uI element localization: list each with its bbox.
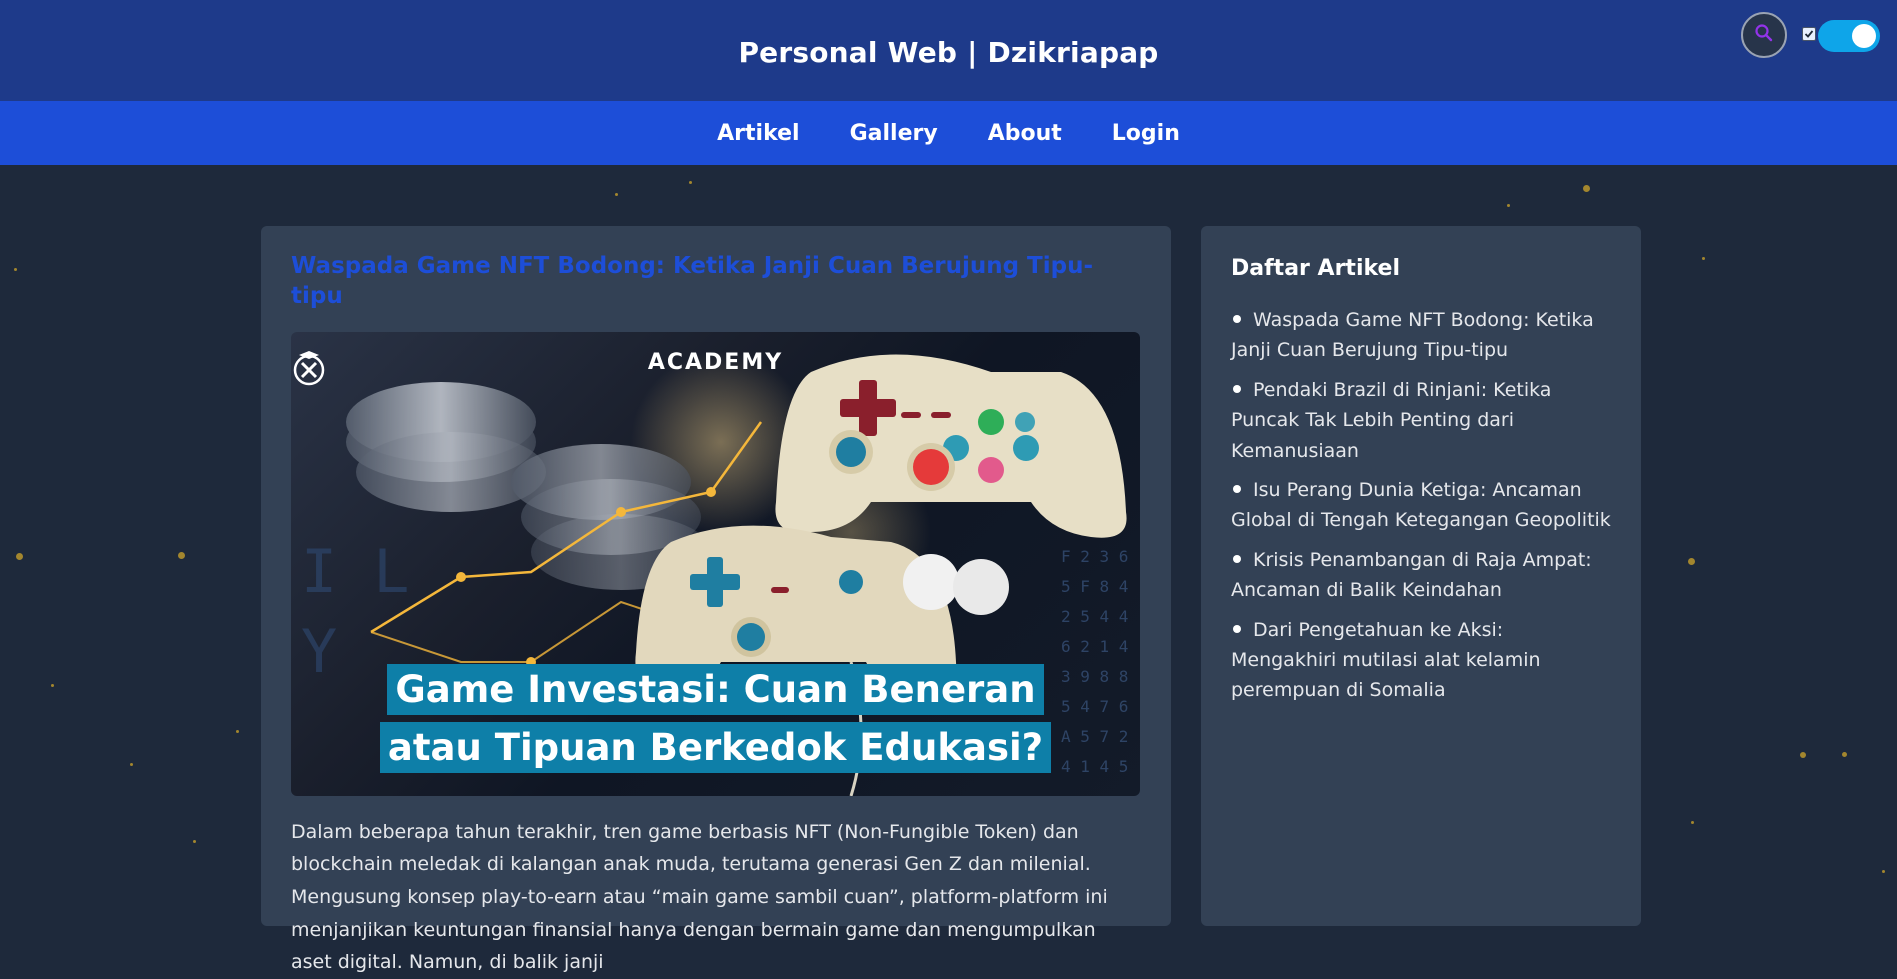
article-list-item[interactable]: Krisis Penambangan di Raja Ampat: Ancama… <box>1231 545 1611 606</box>
academy-brand-text: ACADEMY <box>647 349 784 375</box>
checkmark-icon <box>1804 30 1814 38</box>
article-card: Waspada Game NFT Bodong: Ketika Janji Cu… <box>261 226 1171 973</box>
hero-caption-line1-wrap: Game Investasi: Cuan Beneran <box>291 663 1140 715</box>
article-list-item[interactable]: Dari Pengetahuan ke Aksi: Mengakhiri mut… <box>1231 615 1611 706</box>
toggle-knob <box>1852 24 1876 48</box>
svg-text:F 2 3 6: F 2 3 6 <box>1061 547 1128 566</box>
nav-item-login[interactable]: Login <box>1112 121 1180 146</box>
article-list-item-label: Pendaki Brazil di Rinjani: Ketika Puncak… <box>1231 378 1552 462</box>
academy-logo: ACADEMY <box>291 349 1140 386</box>
site-header: Personal Web | Dzikriapap <box>0 0 1897 101</box>
article-list-sidebar: Daftar Artikel Waspada Game NFT Bodong: … <box>1201 226 1641 926</box>
article-list-item-label: Isu Perang Dunia Ketiga: Ancaman Global … <box>1231 478 1611 532</box>
article-list: Waspada Game NFT Bodong: Ketika Janji Cu… <box>1231 305 1611 706</box>
bullet-icon <box>1233 554 1241 563</box>
search-button[interactable] <box>1741 12 1787 58</box>
nav-item-about[interactable]: About <box>988 121 1062 146</box>
article-list-item-label: Krisis Penambangan di Raja Ampat: Ancama… <box>1231 548 1592 602</box>
article-title[interactable]: Waspada Game NFT Bodong: Ketika Janji Cu… <box>291 252 1141 312</box>
bullet-icon <box>1233 484 1241 493</box>
search-icon <box>1754 23 1774 47</box>
svg-text:2 5 4 4: 2 5 4 4 <box>1061 607 1128 626</box>
article-list-item[interactable]: Pendaki Brazil di Rinjani: Ketika Puncak… <box>1231 375 1611 466</box>
nav-item-artikel[interactable]: Artikel <box>717 121 799 146</box>
article-list-item[interactable]: Isu Perang Dunia Ketiga: Ancaman Global … <box>1231 475 1611 536</box>
article-list-item-label: Waspada Game NFT Bodong: Ketika Janji Cu… <box>1231 309 1594 362</box>
main-nav: Artikel Gallery About Login <box>0 101 1897 165</box>
svg-text:5 F 8 4: 5 F 8 4 <box>1061 577 1128 596</box>
bullet-icon <box>1233 315 1241 323</box>
article-list-item[interactable]: Waspada Game NFT Bodong: Ketika Janji Cu… <box>1231 305 1611 366</box>
site-title[interactable]: Personal Web | Dzikriapap <box>738 36 1158 69</box>
svg-text:6 2 1 4: 6 2 1 4 <box>1061 637 1128 656</box>
dark-mode-toggle[interactable] <box>1818 20 1880 52</box>
hero-caption-line1: Game Investasi: Cuan Beneran <box>387 663 1044 715</box>
academy-logo-icon <box>293 350 325 386</box>
hero-caption-line2-wrap: atau Tipuan Berkedok Edukasi? <box>291 721 1140 773</box>
nav-item-gallery[interactable]: Gallery <box>850 121 938 146</box>
article-body: Dalam beberapa tahun terakhir, tren game… <box>291 820 1108 974</box>
article-list-item-label: Dari Pengetahuan ke Aksi: Mengakhiri mut… <box>1231 618 1541 702</box>
theme-checkbox[interactable] <box>1802 27 1816 41</box>
sidebar-heading: Daftar Artikel <box>1231 256 1400 281</box>
bullet-icon <box>1233 384 1241 393</box>
bullet-icon <box>1233 624 1241 633</box>
hero-caption-line2: atau Tipuan Berkedok Edukasi? <box>379 721 1052 773</box>
svg-text:I L: I L <box>301 537 409 607</box>
article-hero-image: F 2 3 6 5 F 8 4 2 5 4 4 6 2 1 4 3 9 8 8 … <box>291 331 1140 796</box>
